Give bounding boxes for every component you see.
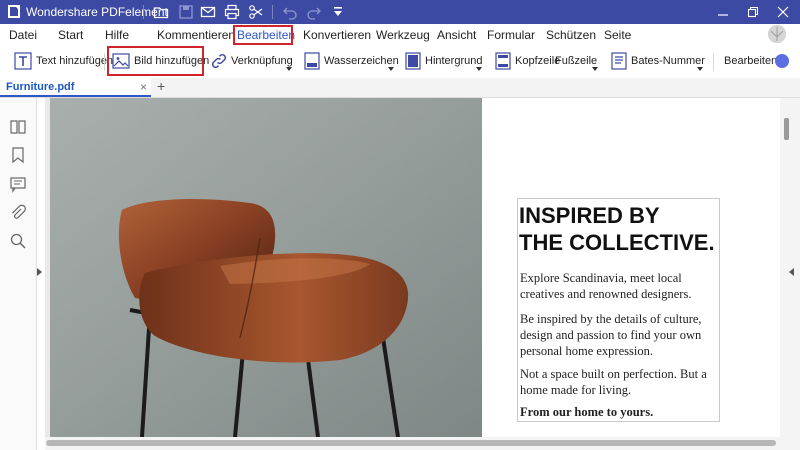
edit-toggle-icon: [775, 54, 789, 68]
tool-highlight-frame: [107, 46, 204, 76]
menu-ansicht[interactable]: Ansicht: [437, 28, 476, 42]
document-tab-bar: Furniture.pdf × +: [0, 78, 800, 98]
headline: INSPIRED BY THE COLLECTIVE.: [519, 203, 715, 255]
collapse-right-panel-icon[interactable]: [789, 268, 794, 276]
minimize-button[interactable]: [708, 0, 738, 24]
menu-seite[interactable]: Seite: [604, 28, 631, 42]
menu-datei[interactable]: Datei: [9, 28, 37, 42]
chevron-down-icon: [476, 67, 482, 71]
divider: [272, 5, 273, 19]
link-icon: [210, 52, 228, 70]
print-icon[interactable]: [224, 4, 240, 20]
bookmark-icon[interactable]: [9, 146, 27, 164]
menu-werkzeug[interactable]: Werkzeug: [376, 28, 430, 42]
menu-highlight-frame: [233, 25, 293, 45]
chevron-down-icon: [697, 67, 703, 71]
toolbar-divider: [713, 53, 714, 71]
folder-icon[interactable]: [153, 4, 169, 20]
menu-bar: Datei Start Hilfe Kommentieren Bearbeite…: [0, 24, 800, 46]
app-title: Wondershare PDFelement: [26, 5, 168, 19]
maximize-icon: [747, 6, 759, 18]
paragraph-4: From our home to yours.: [520, 405, 654, 419]
redo-icon[interactable]: [306, 4, 322, 20]
vertical-scroll-thumb[interactable]: [784, 118, 789, 140]
undo-icon[interactable]: [282, 4, 298, 20]
search-icon[interactable]: [9, 232, 27, 250]
add-tab-button[interactable]: +: [157, 78, 165, 94]
tab-furniture[interactable]: Furniture.pdf ×: [0, 78, 151, 97]
collapse-sidebar-icon[interactable]: [37, 268, 42, 276]
chair-photo: [50, 98, 482, 437]
chevron-down-icon: [592, 67, 598, 71]
background-icon: [404, 52, 422, 70]
close-button[interactable]: [768, 0, 798, 24]
menu-schuetzen[interactable]: Schützen: [546, 28, 596, 42]
text-add-icon: [14, 52, 32, 70]
header-footer-icon: [494, 52, 512, 70]
chevron-down-icon: [388, 67, 394, 71]
chevron-down-icon: [286, 67, 292, 71]
tab-title: Furniture.pdf: [6, 81, 75, 93]
left-sidebar: [0, 98, 37, 450]
paragraph-3: Not a space built on perfection. But a h…: [520, 367, 707, 397]
minimize-icon: [718, 14, 728, 16]
thumbnails-icon[interactable]: [9, 118, 27, 136]
scissors-icon[interactable]: [248, 4, 264, 20]
avatar[interactable]: [768, 25, 786, 43]
maximize-button[interactable]: [738, 0, 768, 24]
close-icon: [777, 6, 789, 18]
menu-hilfe[interactable]: Hilfe: [105, 28, 129, 42]
paragraph-1: Explore Scandinavia, meet local creative…: [520, 271, 692, 301]
dropdown-icon[interactable]: [330, 4, 346, 20]
menu-kommentieren[interactable]: Kommentieren: [157, 28, 235, 42]
bates-number-icon: [610, 52, 628, 70]
divider: [143, 5, 144, 19]
menu-formular[interactable]: Formular: [487, 28, 535, 42]
horizontal-scroll-thumb[interactable]: [46, 440, 776, 446]
mail-icon[interactable]: [200, 4, 216, 20]
title-bar: Wondershare PDFelement: [0, 0, 800, 24]
tab-close-icon[interactable]: ×: [140, 80, 147, 94]
attachment-icon[interactable]: [9, 204, 27, 222]
paragraph-2: Be inspired by the details of culture, d…: [520, 312, 702, 358]
save-icon[interactable]: [178, 4, 194, 20]
watermark-icon: [303, 52, 321, 70]
toolbar-divider: [104, 53, 105, 71]
menu-konvertieren[interactable]: Konvertieren: [303, 28, 371, 42]
pdfelement-logo-icon: [7, 4, 21, 19]
menu-start[interactable]: Start: [58, 28, 83, 42]
comment-icon[interactable]: [9, 175, 27, 193]
